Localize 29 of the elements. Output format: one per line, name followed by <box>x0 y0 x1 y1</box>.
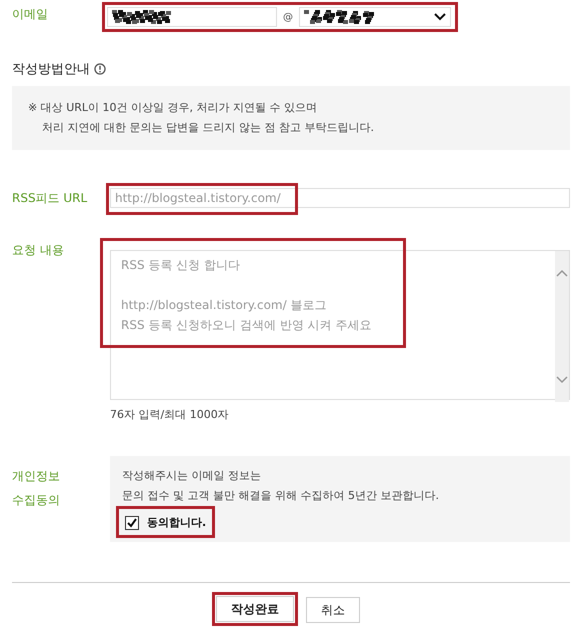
check-icon <box>127 518 137 528</box>
field-label: 이메일 <box>12 6 49 23</box>
checkbox[interactable] <box>125 516 139 530</box>
email-id-field[interactable] <box>107 7 277 27</box>
field-label: 개인정보 <box>12 468 61 485</box>
section-title: 작성방법안내 <box>12 61 90 78</box>
consent-text: 작성해주시는 이메일 정보는 <box>122 468 262 484</box>
info-icon <box>94 63 106 75</box>
field-label: 요청 내용 <box>12 242 65 259</box>
agree-label: 동의합니다. <box>147 515 206 531</box>
redacted-mark <box>304 10 374 24</box>
field-label: RSS피드 URL <box>12 190 88 207</box>
scrollbar[interactable] <box>555 251 569 402</box>
submit-button[interactable]: 작성완료 <box>216 596 294 622</box>
chevron-down-icon <box>434 13 446 21</box>
consent-text: 문의 접수 및 고객 불만 해결을 위해 수집하여 5년간 보관합니다. <box>122 488 440 504</box>
notice-text: ※ 대상 URL이 10건 이상일 경우, 처리가 지연될 수 있으며 <box>28 100 318 116</box>
cancel-button[interactable]: 취소 <box>306 597 360 623</box>
chevron-down-icon <box>556 376 568 384</box>
agree-checkbox[interactable]: 동의합니다. <box>119 511 212 535</box>
field-label: 수집동의 <box>12 492 61 509</box>
notice-text: 처리 지연에 대한 문의는 답변을 드리지 않는 점 참고 부탁드립니다. <box>41 120 375 136</box>
character-counter: 76자 입력/최대 1000자 <box>110 407 230 422</box>
redacted-mark <box>112 10 172 24</box>
request-textarea[interactable]: RSS 등록 신청 합니다 http://blogsteal.tistory.com/ 블로그 RSS 등록 신청하오니 검색에 반영 시켜 주세요 <box>110 250 570 400</box>
rss-url-field[interactable]: http://blogsteal.tistory.com/ <box>110 188 570 208</box>
chevron-up-icon <box>556 269 568 277</box>
email-domain-select[interactable] <box>299 7 451 27</box>
at-sign: @ <box>283 12 293 22</box>
